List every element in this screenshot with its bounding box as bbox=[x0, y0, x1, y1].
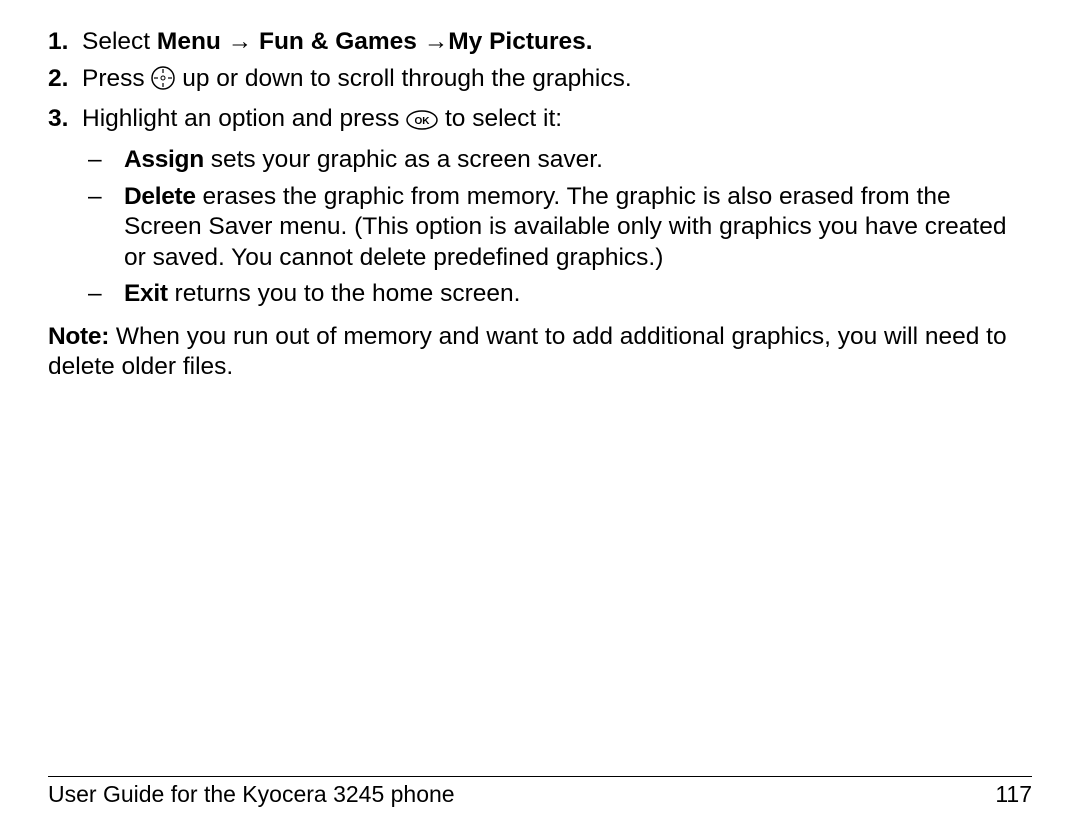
step-3-body: Highlight an option and press OK to sele… bbox=[82, 104, 1032, 316]
dash-bullet: – bbox=[82, 182, 124, 274]
step-2: 2. Press up or down to scroll through th… bbox=[48, 64, 1032, 99]
step-1-number: 1. bbox=[48, 27, 82, 58]
step-1-select: Select bbox=[82, 28, 157, 55]
sub-assign: – Assign sets your graphic as a screen s… bbox=[82, 145, 1032, 176]
step-2-number: 2. bbox=[48, 64, 82, 99]
sub-exit: – Exit returns you to the home screen. bbox=[82, 279, 1032, 310]
step-2-suffix: up or down to scroll through the graphic… bbox=[175, 65, 631, 92]
ok-button-icon: OK bbox=[406, 108, 438, 139]
sub-delete-body: Delete erases the graphic from memory. T… bbox=[124, 182, 1032, 274]
step-3-number: 3. bbox=[48, 104, 82, 316]
navigation-key-icon bbox=[151, 66, 175, 99]
sub-delete: – Delete erases the graphic from memory.… bbox=[82, 182, 1032, 274]
step-2-body: Press up or down to scroll through the g… bbox=[82, 64, 1032, 99]
step-3-prefix: Highlight an option and press bbox=[82, 105, 406, 132]
step-3: 3. Highlight an option and press OK to s… bbox=[48, 104, 1032, 316]
numbered-list: 1. Select Menu → Fun & Games →My Picture… bbox=[48, 27, 1032, 316]
step-1-body: Select Menu → Fun & Games →My Pictures. bbox=[82, 27, 1032, 58]
exit-text: returns you to the home screen. bbox=[168, 280, 521, 307]
arrow-icon: → bbox=[221, 28, 259, 55]
step-1-mypics: My Pictures. bbox=[448, 28, 592, 55]
step-1-fun: Fun & Games bbox=[259, 28, 417, 55]
step-1: 1. Select Menu → Fun & Games →My Picture… bbox=[48, 27, 1032, 58]
step-3-suffix: to select it: bbox=[438, 105, 562, 132]
arrow-icon: → bbox=[417, 28, 448, 55]
note-text: When you run out of memory and want to a… bbox=[48, 323, 1007, 380]
page-footer: User Guide for the Kyocera 3245 phone 11… bbox=[48, 776, 1032, 808]
sub-exit-body: Exit returns you to the home screen. bbox=[124, 279, 1032, 310]
note-label: Note: bbox=[48, 323, 109, 350]
footer-rule bbox=[48, 776, 1032, 777]
exit-label: Exit bbox=[124, 280, 168, 307]
sub-assign-body: Assign sets your graphic as a screen sav… bbox=[124, 145, 1032, 176]
dash-bullet: – bbox=[82, 279, 124, 310]
delete-text: erases the graphic from memory. The grap… bbox=[124, 183, 1006, 271]
delete-label: Delete bbox=[124, 183, 196, 210]
note-paragraph: Note: When you run out of memory and wan… bbox=[48, 322, 1032, 382]
page-content: 1. Select Menu → Fun & Games →My Picture… bbox=[48, 27, 1032, 382]
footer-row: User Guide for the Kyocera 3245 phone 11… bbox=[48, 781, 1032, 808]
svg-text:OK: OK bbox=[415, 116, 431, 127]
assign-text: sets your graphic as a screen saver. bbox=[204, 146, 603, 173]
step-1-menu: Menu bbox=[157, 28, 221, 55]
sub-list: – Assign sets your graphic as a screen s… bbox=[82, 145, 1032, 310]
assign-label: Assign bbox=[124, 146, 204, 173]
step-2-press: Press bbox=[82, 65, 151, 92]
footer-page-number: 117 bbox=[995, 781, 1032, 808]
footer-title: User Guide for the Kyocera 3245 phone bbox=[48, 781, 455, 808]
dash-bullet: – bbox=[82, 145, 124, 176]
